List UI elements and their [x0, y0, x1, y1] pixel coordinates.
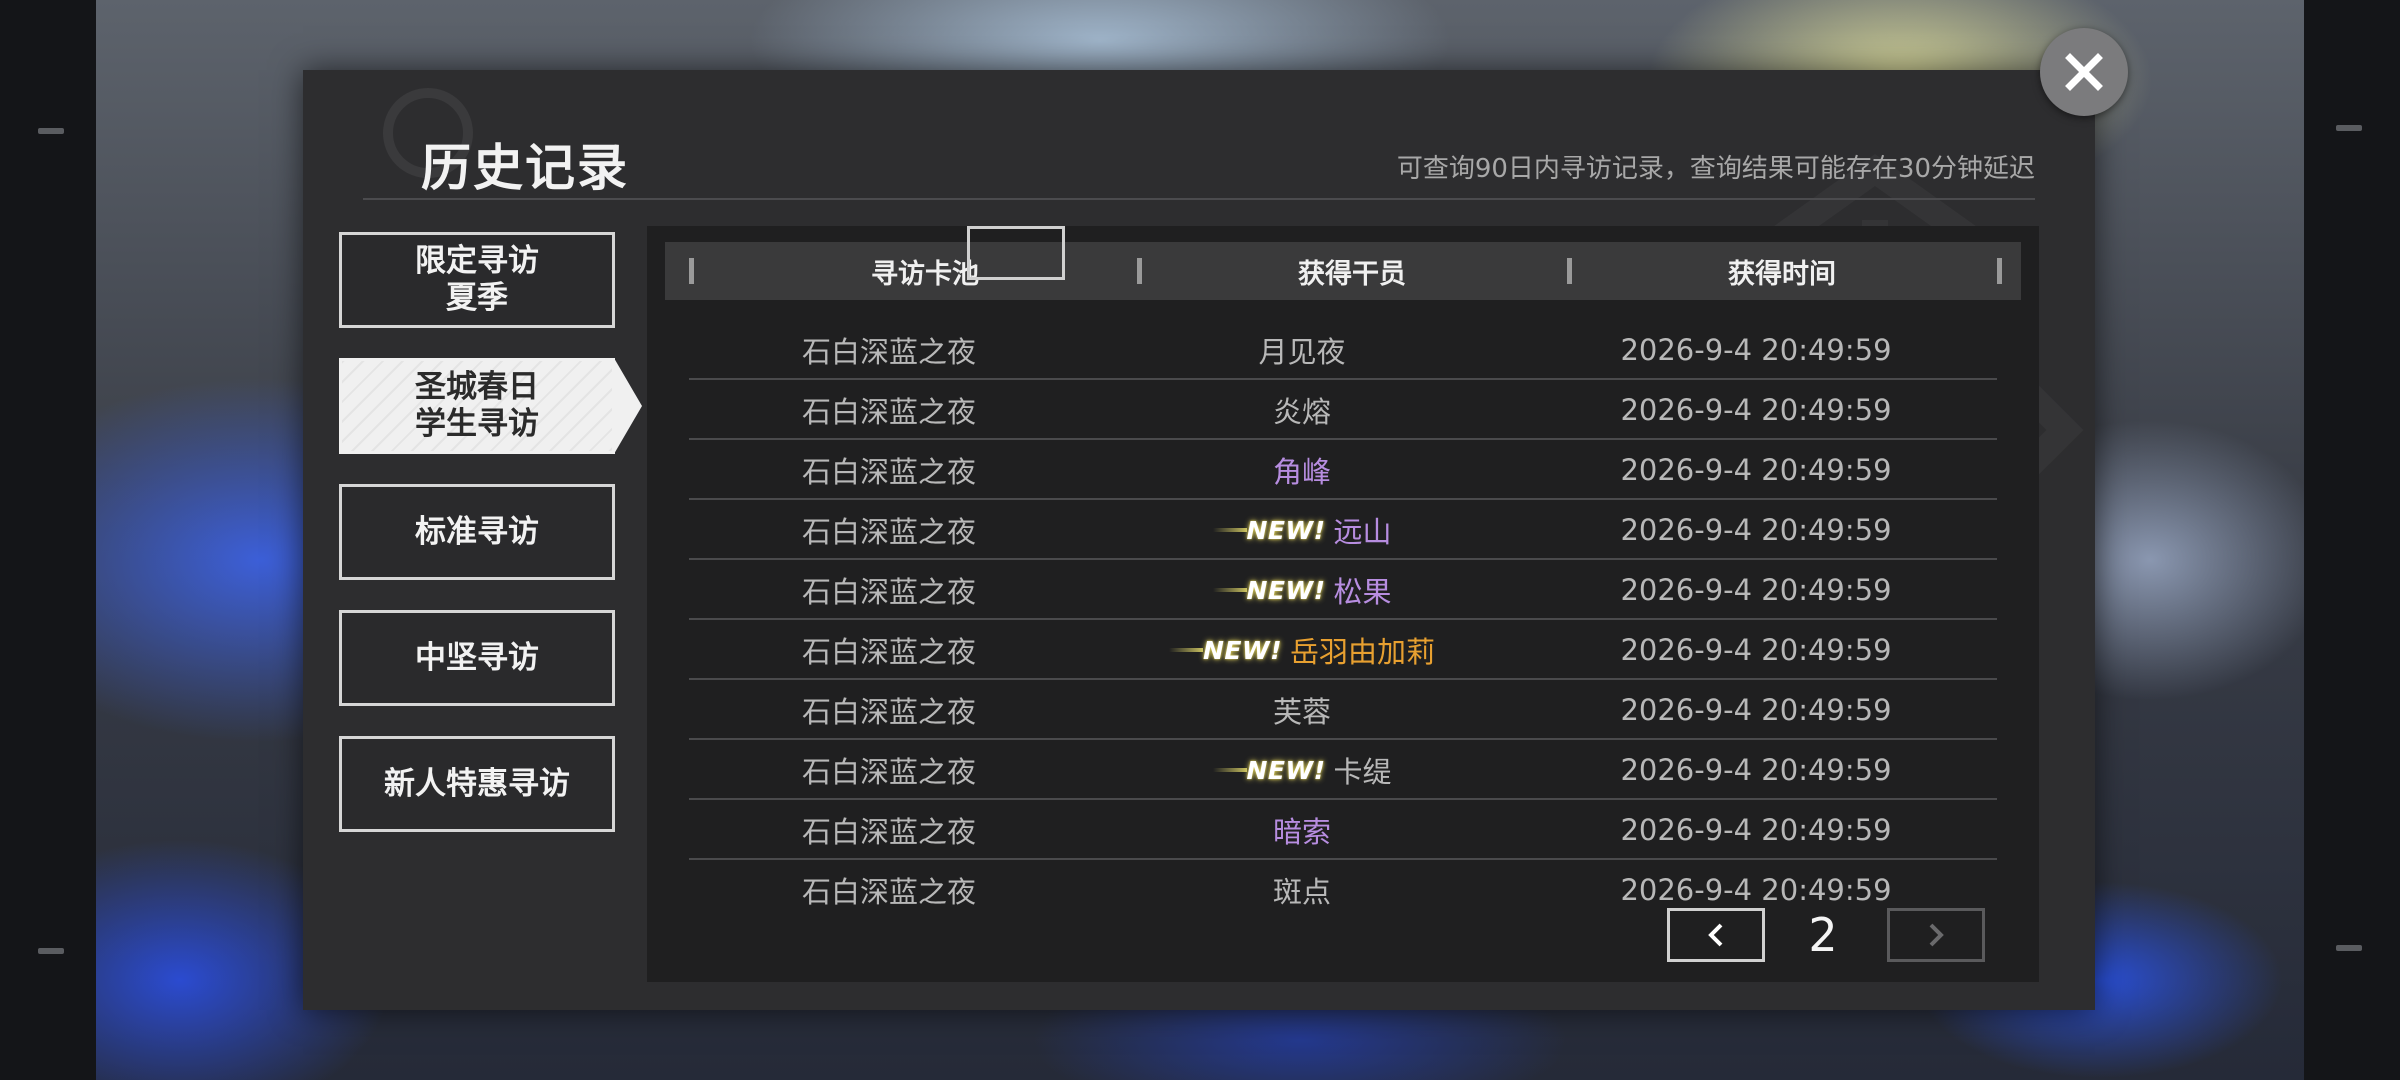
- table-body: 石白深蓝之夜 月见夜 2026-9-4 20:49:59 石白深蓝之夜 炎熔 2026-9…: [689, 320, 1997, 920]
- new-badge-streak: [1212, 528, 1247, 532]
- pool-name-cell: 石白深蓝之夜: [801, 815, 976, 849]
- operator-name: 卡缇: [1333, 755, 1392, 789]
- operator-cell: 斑点: [1089, 860, 1515, 920]
- tab-label-line: 夏季: [446, 280, 508, 316]
- current-page-number: 2: [1808, 908, 1838, 962]
- tab-label: 中坚寻访: [415, 639, 539, 676]
- operator-name: 芙蓉: [1272, 695, 1331, 729]
- pool-name-cell: 石白深蓝之夜: [801, 875, 976, 909]
- obtained-time-cell: 2026-9-4 20:49:59: [1620, 813, 1892, 847]
- obtained-time-cell: 2026-9-4 20:49:59: [1620, 333, 1892, 367]
- frame-tick: [38, 948, 64, 954]
- operator-name: 暗索: [1272, 815, 1331, 849]
- title-divider: [363, 198, 2035, 200]
- tab-newcomer-special[interactable]: 新人特惠寻访: [339, 736, 615, 832]
- new-badge-text: NEW!: [1246, 755, 1326, 785]
- pool-name-cell: 石白深蓝之夜: [801, 635, 976, 669]
- operator-cell: NEW! 卡缇: [1089, 740, 1515, 800]
- new-badge: NEW!: [1212, 515, 1326, 545]
- operator-cell: NEW! 远山: [1089, 500, 1515, 560]
- column-header-time: 获得时间: [1728, 258, 1836, 290]
- table-row: 石白深蓝之夜 芙蓉 2026-9-4 20:49:59: [689, 680, 1997, 740]
- table-row: 石白深蓝之夜 NEW! 岳羽由加莉 2026-9-4 20:49:59: [689, 620, 1997, 680]
- tab-label-line: 圣城春日: [415, 369, 539, 405]
- tab-core[interactable]: 中坚寻访: [339, 610, 615, 706]
- new-badge-streak: [1212, 768, 1247, 772]
- new-badge-streak: [1169, 648, 1203, 652]
- operator-name: 斑点: [1272, 875, 1331, 909]
- operator-cell: 角峰: [1089, 440, 1515, 500]
- obtained-time-cell: 2026-9-4 20:49:59: [1620, 753, 1892, 787]
- new-badge: NEW!: [1169, 636, 1282, 665]
- tab-holy-city-spring-student[interactable]: 圣城春日 学生寻访: [339, 358, 642, 454]
- pool-name-cell: 石白深蓝之夜: [801, 695, 976, 729]
- pool-name-cell: 石白深蓝之夜: [801, 395, 976, 429]
- obtained-time-cell: 2026-9-4 20:49:59: [1620, 633, 1892, 667]
- chevron-right-icon: [1929, 923, 1944, 947]
- previous-page-button[interactable]: [1667, 908, 1765, 962]
- right-frame-bar: [2304, 0, 2400, 1080]
- column-header-pool: 寻访卡池: [871, 258, 979, 290]
- table-row: 石白深蓝之夜 月见夜 2026-9-4 20:49:59: [689, 320, 1997, 380]
- new-badge: NEW!: [1212, 575, 1326, 605]
- obtained-time-cell: 2026-9-4 20:49:59: [1620, 453, 1892, 487]
- new-badge-text: NEW!: [1246, 575, 1326, 605]
- operator-name: 岳羽由加莉: [1289, 635, 1435, 669]
- tab-label-line: 学生寻访: [415, 406, 539, 442]
- column-header-operator: 获得干员: [1298, 258, 1406, 290]
- operator-name: 月见夜: [1258, 335, 1346, 369]
- pool-name-cell: 石白深蓝之夜: [801, 575, 976, 609]
- table-header: 寻访卡池 获得干员 获得时间: [665, 242, 2021, 300]
- frame-tick: [2336, 125, 2362, 131]
- tab-label: 标准寻访: [415, 513, 539, 550]
- operator-cell: 炎熔: [1089, 380, 1515, 440]
- obtained-time-cell: 2026-9-4 20:49:59: [1620, 393, 1892, 427]
- operator-cell: NEW! 松果: [1089, 560, 1515, 620]
- pool-name-cell: 石白深蓝之夜: [801, 335, 976, 369]
- operator-cell: NEW! 岳羽由加莉: [1089, 620, 1515, 680]
- operator-cell: 暗索: [1089, 800, 1515, 860]
- table-row: 石白深蓝之夜 角峰 2026-9-4 20:49:59: [689, 440, 1997, 500]
- operator-name: 炎熔: [1272, 395, 1331, 429]
- query-note: 可查询90日内寻访记录，查询结果可能存在30分钟延迟: [1396, 154, 2035, 184]
- obtained-time-cell: 2026-9-4 20:49:59: [1620, 513, 1892, 547]
- frame-tick: [2336, 945, 2362, 951]
- table-row: 石白深蓝之夜 NEW! 卡缇 2026-9-4 20:49:59: [689, 740, 1997, 800]
- operator-name: 角峰: [1272, 455, 1331, 489]
- table-row: 石白深蓝之夜 NEW! 松果 2026-9-4 20:49:59: [689, 560, 1997, 620]
- pool-name-cell: 石白深蓝之夜: [801, 455, 976, 489]
- history-record-dialog: 历史记录 可查询90日内寻访记录，查询结果可能存在30分钟延迟 限定寻访 夏季 …: [303, 70, 2095, 1010]
- tab-standard[interactable]: 标准寻访: [339, 484, 615, 580]
- tab-label-line: 限定寻访: [415, 243, 539, 279]
- new-badge-text: NEW!: [1203, 635, 1282, 665]
- dialog-title: 历史记录: [421, 139, 629, 197]
- new-badge-text: NEW!: [1246, 515, 1326, 545]
- operator-name: 松果: [1333, 575, 1392, 609]
- table-row: 石白深蓝之夜 炎熔 2026-9-4 20:49:59: [689, 380, 1997, 440]
- pool-name-cell: 石白深蓝之夜: [801, 755, 976, 789]
- new-badge: NEW!: [1212, 755, 1326, 785]
- new-badge-streak: [1212, 588, 1247, 592]
- history-table-panel: 寻访卡池 获得干员 获得时间 石白深蓝之夜 月见夜 2026-9-4 20:49:5…: [647, 226, 2039, 982]
- obtained-time-cell: 2026-9-4 20:49:59: [1620, 693, 1892, 727]
- next-page-button[interactable]: [1887, 908, 1985, 962]
- chevron-left-icon: [1708, 923, 1723, 947]
- pool-name-cell: 石白深蓝之夜: [801, 515, 976, 549]
- header-separator: [1997, 258, 2002, 284]
- close-button[interactable]: [2040, 28, 2128, 116]
- operator-cell: 芙蓉: [1089, 680, 1515, 740]
- operator-cell: 月见夜: [1089, 320, 1515, 380]
- tab-label: 新人特惠寻访: [384, 765, 570, 802]
- left-frame-bar: [0, 0, 96, 1080]
- table-row: 石白深蓝之夜 暗索 2026-9-4 20:49:59: [689, 800, 1997, 860]
- operator-name: 远山: [1333, 515, 1392, 549]
- frame-tick: [38, 128, 64, 134]
- close-icon: [2065, 53, 2103, 91]
- obtained-time-cell: 2026-9-4 20:49:59: [1620, 573, 1892, 607]
- tab-limited-summer[interactable]: 限定寻访 夏季: [339, 232, 615, 328]
- table-row: 石白深蓝之夜 NEW! 远山 2026-9-4 20:49:59: [689, 500, 1997, 560]
